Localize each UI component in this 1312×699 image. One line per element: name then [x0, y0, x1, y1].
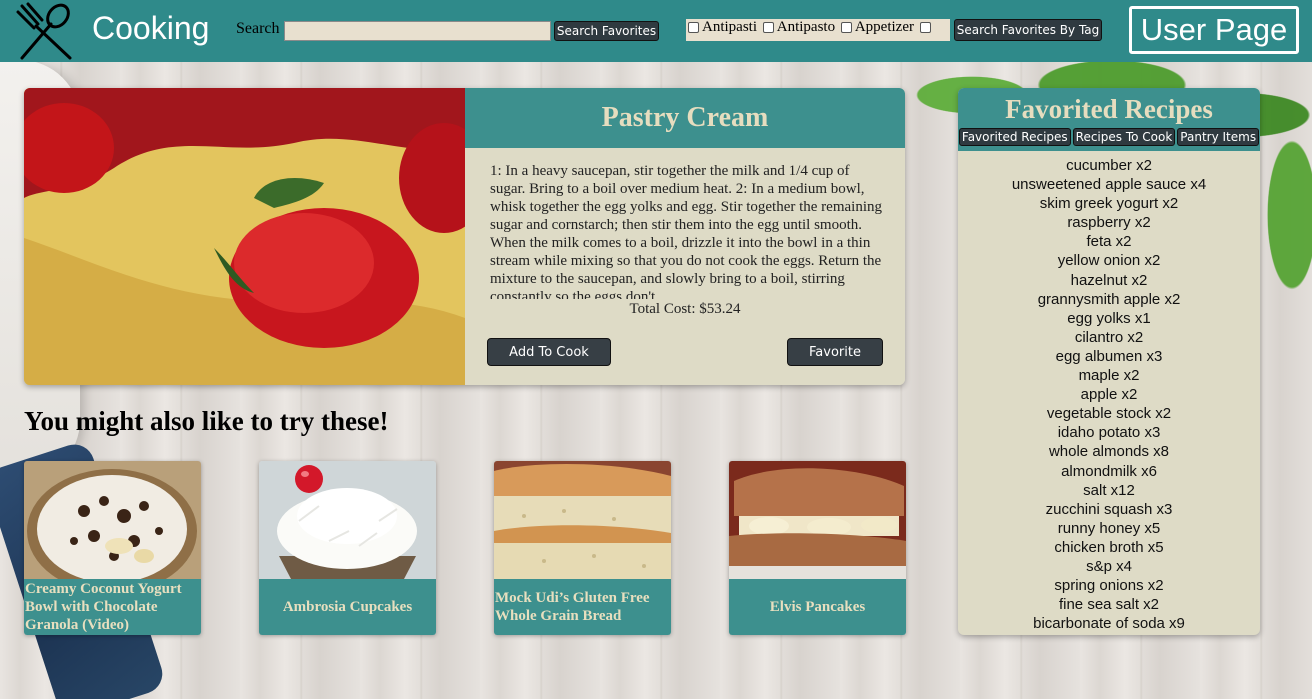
checkbox-icon[interactable]	[762, 22, 774, 33]
user-page-button[interactable]: User Page	[1129, 6, 1299, 54]
tag-filter-list[interactable]: Antipasti Antipasto Appetizer	[686, 19, 950, 41]
cupcake-photo	[259, 461, 436, 579]
suggestion-title[interactable]: Elvis Pancakes	[729, 579, 906, 635]
favorites-panel: Favorited Recipes Favorited Recipes Reci…	[958, 88, 1260, 635]
brand-title[interactable]: Cooking	[92, 10, 209, 47]
search-input[interactable]	[284, 21, 551, 41]
tag-option[interactable]: Antipasto	[762, 19, 835, 36]
list-item: skim greek yogurt x2	[1039, 195, 1179, 213]
suggestion-image[interactable]	[259, 461, 436, 579]
recipe-image	[24, 88, 465, 385]
list-item: egg yolks x1	[1067, 309, 1151, 327]
tab-recipes-to-cook[interactable]: Recipes To Cook	[1072, 128, 1176, 146]
list-item: runny honey x5	[1057, 519, 1161, 537]
checkbox-icon[interactable]	[840, 22, 852, 33]
list-item: cucumber x2	[1066, 157, 1152, 174]
suggestion-card[interactable]: Elvis Pancakes	[729, 461, 906, 635]
list-item: zucchini squash x3	[1045, 500, 1173, 518]
suggestion-image[interactable]	[24, 461, 201, 579]
list-item: s&p x4	[1086, 557, 1132, 575]
list-item: spring onions x2	[1054, 577, 1164, 595]
list-item: feta x2	[1086, 233, 1132, 251]
search-label: Search	[236, 20, 280, 37]
list-item: whole almonds x8	[1048, 443, 1170, 461]
yogurt-bowl-photo	[24, 461, 201, 579]
list-item: unsweetened apple sauce x4	[1011, 176, 1207, 194]
list-item: bicarbonate of soda x9	[1033, 615, 1185, 633]
suggestion-title[interactable]: Ambrosia Cupcakes	[259, 579, 436, 635]
tag-option[interactable]	[919, 22, 934, 33]
suggestion-image[interactable]	[729, 461, 906, 579]
suggestion-title[interactable]: Mock Udi’s Gluten Free Whole Grain Bread	[494, 579, 671, 635]
list-item: raspberry x2	[1067, 214, 1151, 232]
favorites-panel-header: Favorited Recipes Favorited Recipes Reci…	[958, 88, 1260, 151]
suggestions-heading: You might also like to try these!	[24, 406, 389, 436]
fork-spoon-logo-icon	[16, 2, 72, 60]
list-item: egg albumen x3	[1055, 347, 1163, 365]
list-item: apple x2	[1080, 386, 1138, 404]
list-item: cilantro x2	[1074, 328, 1144, 346]
favorites-tabs: Favorited Recipes Recipes To Cook Pantry…	[958, 125, 1260, 146]
tag-option[interactable]: Antipasti	[688, 19, 757, 36]
add-to-cook-button[interactable]: Add To Cook	[487, 338, 611, 366]
suggestion-card[interactable]: Ambrosia Cupcakes	[259, 461, 436, 635]
list-item: salt x12	[1083, 481, 1135, 499]
suggestion-card[interactable]: Mock Udi’s Gluten Free Whole Grain Bread	[494, 461, 671, 635]
total-cost: Total Cost: $53.24	[629, 301, 741, 317]
tab-favorited-recipes[interactable]: Favorited Recipes	[958, 128, 1071, 146]
suggestion-image[interactable]	[494, 461, 671, 579]
pastry-cream-photo	[24, 88, 465, 385]
recipe-details: Pastry Cream 1: In a heavy saucepan, sti…	[465, 88, 905, 385]
top-nav-bar: Cooking Search Search Favorites Antipast…	[0, 0, 1312, 62]
list-item: maple x2	[1078, 367, 1140, 385]
list-item: grannysmith apple x2	[1037, 290, 1181, 308]
pancakes-photo	[729, 461, 906, 579]
list-item: vegetable stock x2	[1046, 405, 1172, 423]
list-item: hazelnut x2	[1070, 271, 1148, 289]
list-item: yellow onion x2	[1057, 252, 1161, 270]
tag-option[interactable]: Appetizer	[840, 19, 914, 36]
bread-photo	[494, 461, 671, 579]
list-item: fine sea salt x2	[1058, 596, 1160, 614]
favorite-button[interactable]: Favorite	[787, 338, 883, 366]
recipe-instructions[interactable]: 1: In a heavy saucepan, stir together th…	[490, 162, 885, 299]
list-item: chicken broth x5	[1054, 538, 1164, 556]
recipe-card: Pastry Cream 1: In a heavy saucepan, sti…	[24, 88, 905, 385]
suggestion-title[interactable]: Creamy Coconut Yogurt Bowl with Chocolat…	[24, 579, 201, 635]
search-favorites-button[interactable]: Search Favorites	[554, 21, 659, 41]
checkbox-icon[interactable]	[919, 22, 931, 33]
recipe-title: Pastry Cream	[465, 88, 905, 148]
list-item: idaho potato x3	[1057, 424, 1161, 442]
search-by-tag-button[interactable]: Search Favorites By Tag	[954, 19, 1102, 41]
pantry-items-list: cucumber x2 unsweetened apple sauce x4 s…	[958, 151, 1260, 633]
tab-pantry-items[interactable]: Pantry Items	[1177, 128, 1260, 146]
suggestion-card[interactable]: Creamy Coconut Yogurt Bowl with Chocolat…	[24, 461, 201, 635]
favorites-panel-title: Favorited Recipes	[1005, 94, 1213, 124]
checkbox-icon[interactable]	[688, 22, 699, 33]
list-item: almondmilk x6	[1061, 462, 1157, 480]
